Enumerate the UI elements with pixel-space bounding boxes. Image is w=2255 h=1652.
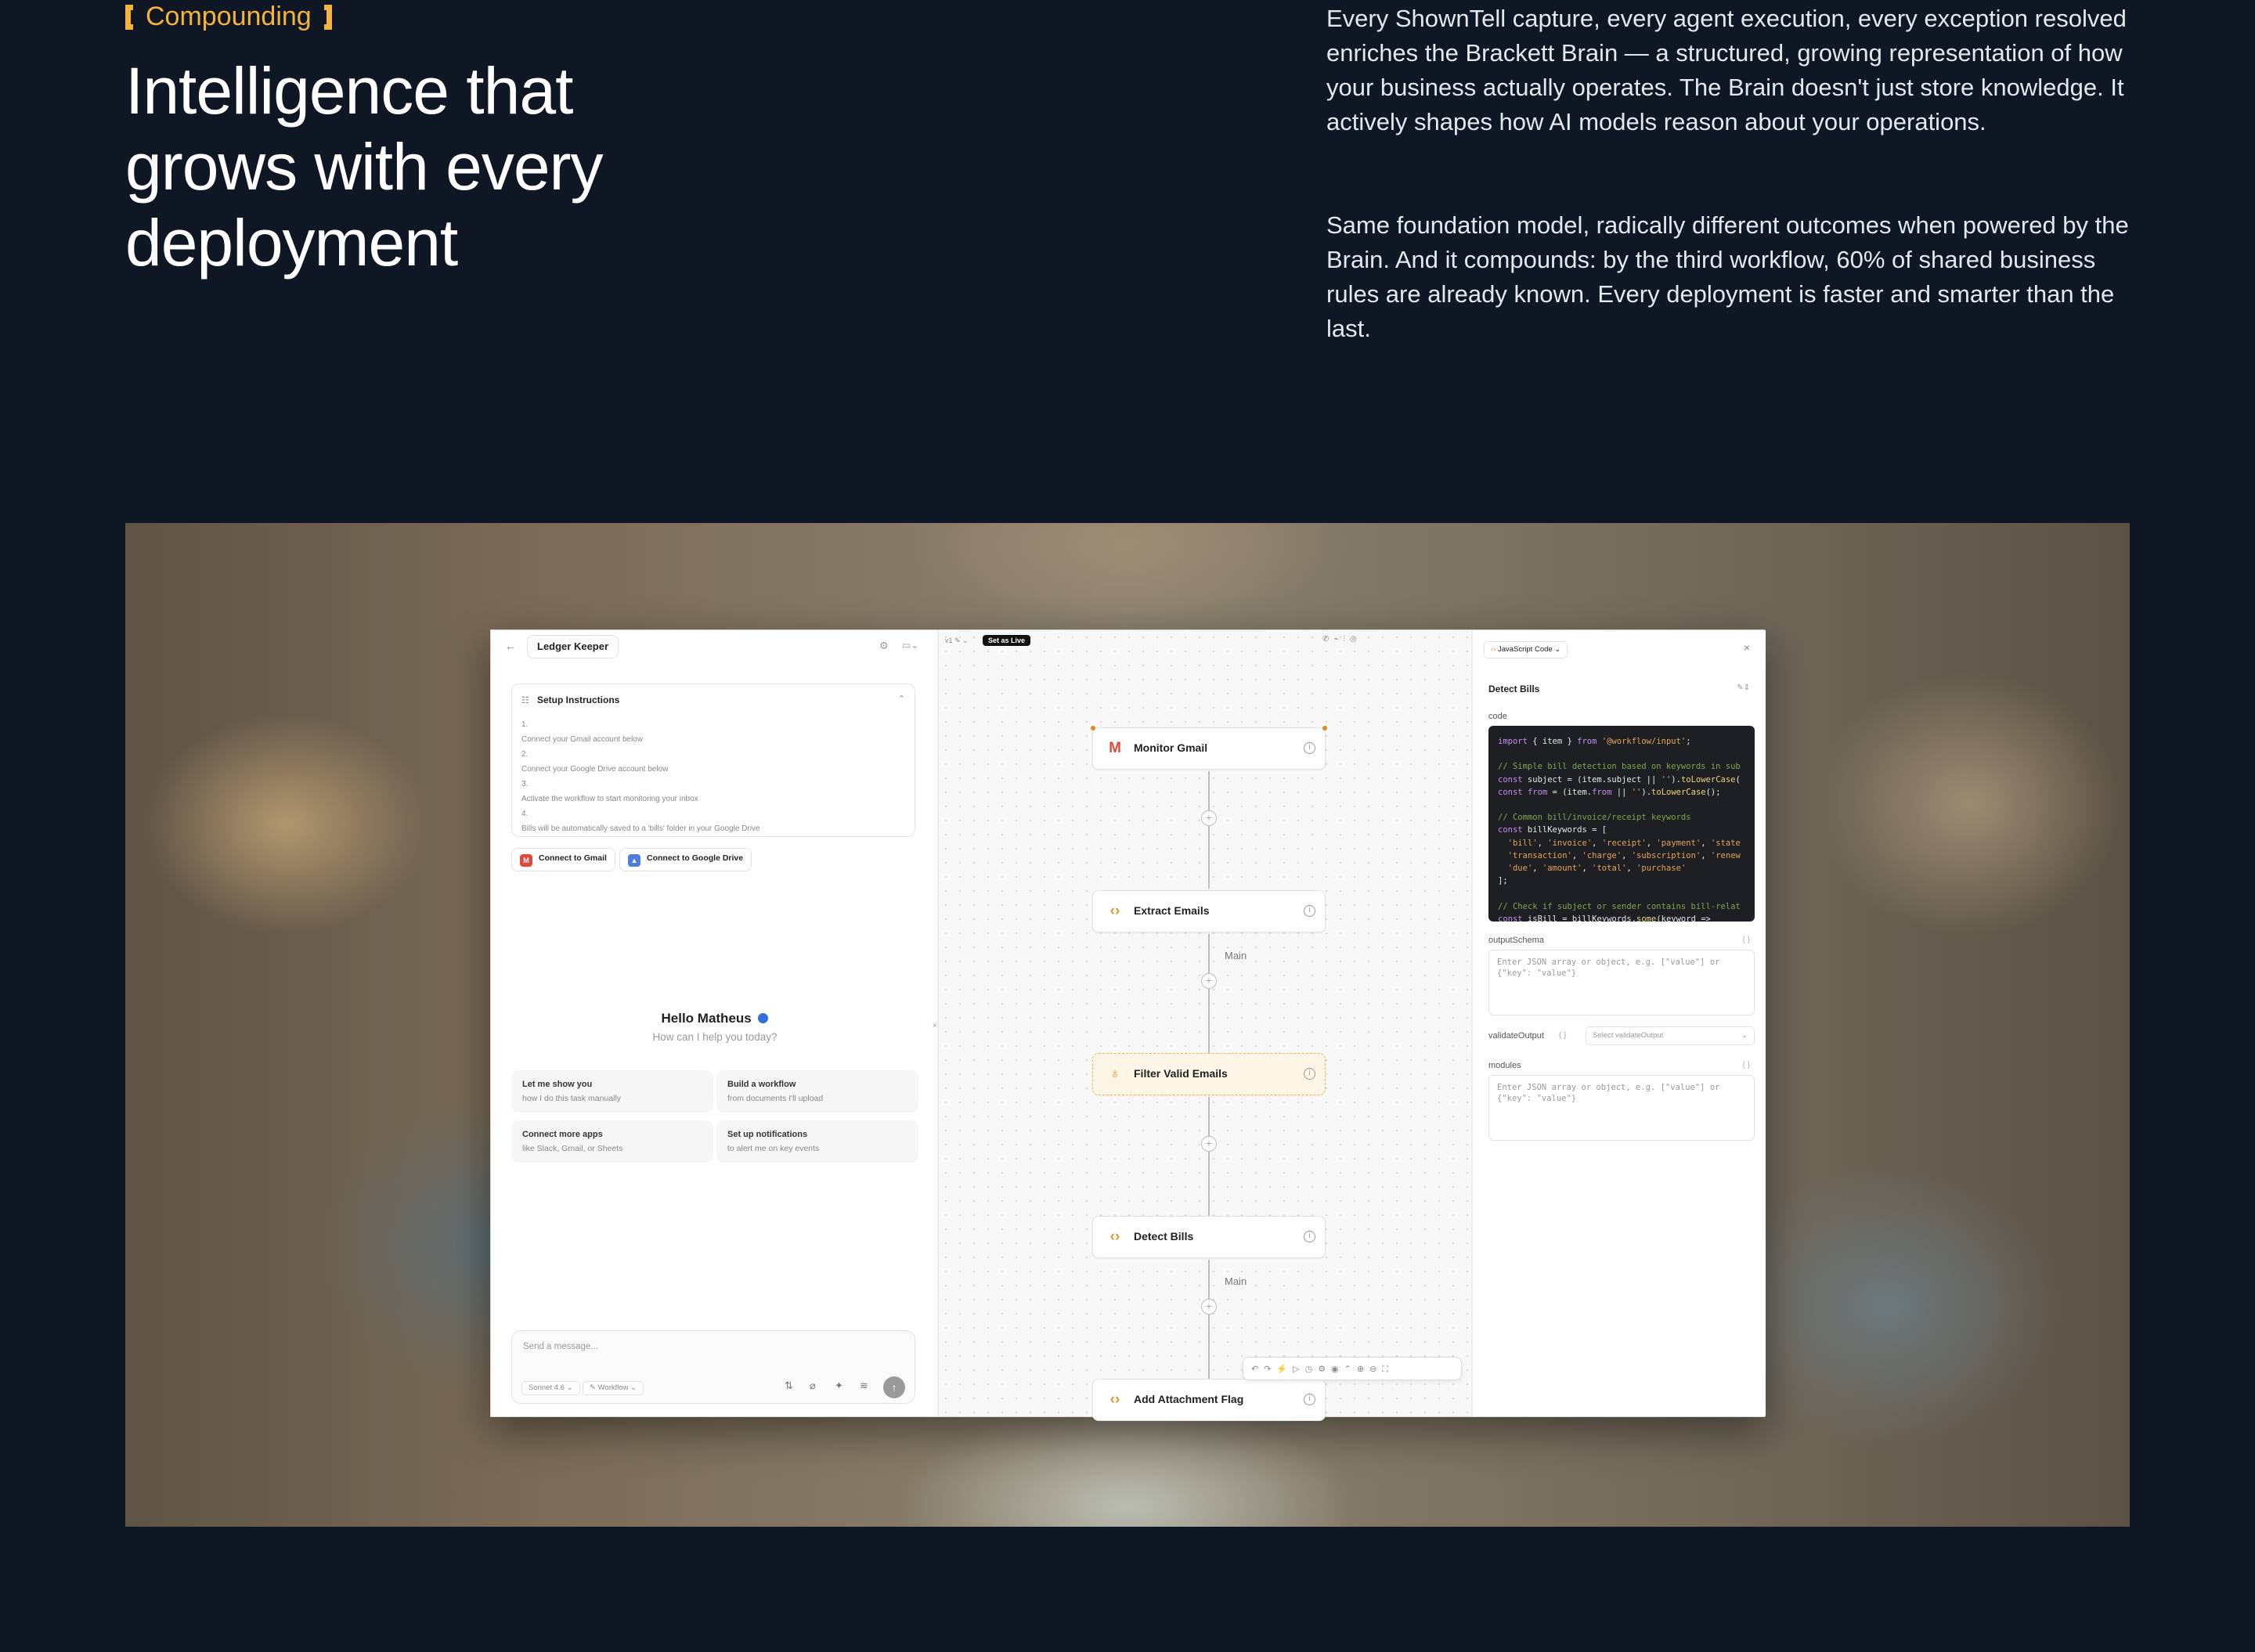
gmail-icon: M [520,854,532,867]
voice-icon[interactable]: ≋ [860,1380,868,1392]
set-as-live-button[interactable]: Set as Live [983,635,1031,646]
validate-output-select[interactable]: Select validateOutput ⌄ [1586,1026,1755,1045]
body-paragraph-2: Same foundation model, radically differe… [1326,211,2129,342]
message-composer: Send a message... Sonnet 4.6 ⌄ ✎ Workflo… [511,1330,915,1404]
section-headline: Intelligence that grows with every deplo… [125,53,720,281]
info-icon[interactable]: i [1304,905,1315,917]
node-inspector: ‹› JavaScript Code ⌄ × Detect Bills ✎⇕ c… [1471,630,1766,1416]
chat-history-icon[interactable]: ▭⌄ [902,640,918,651]
suggestion-card[interactable]: Connect more apps like Slack, Gmail, or S… [511,1120,713,1163]
info-icon[interactable]: i [1304,1068,1315,1080]
validate-output-label: validateOutput [1488,1031,1544,1041]
suggestion-card[interactable]: Let me show you how I do this task manual… [511,1070,713,1113]
section-eyebrow: Compounding [125,2,332,32]
workflow-node-add-attachment-flag[interactable]: ‹› Add Attachment Flag i [1092,1379,1326,1421]
headline-line: grows with every [125,130,604,204]
add-step-icon[interactable]: + [1201,1136,1217,1152]
paperclip-icon[interactable]: ⌀ [810,1380,816,1392]
eyebrow-label: Compounding [146,2,312,31]
suggestion-card[interactable]: Set up notifications to alert me on key e… [716,1120,918,1163]
node-type-select[interactable]: ‹› JavaScript Code ⌄ [1484,641,1568,658]
add-step-icon[interactable]: + [1201,973,1217,989]
chat-pane: ← Ledger Keeper ⚙ ▭⌄ ☷ Setup Instruction… [491,630,939,1416]
code-icon: ‹› [1491,645,1496,654]
headline-line: Intelligence that [125,54,573,128]
bracket-left-icon [125,4,133,30]
info-icon[interactable]: i [1304,1394,1315,1405]
mode-select[interactable]: ✎ Workflow ⌄ [583,1381,644,1395]
node-name[interactable]: Detect Bills [1488,684,1539,694]
setup-instructions-card: ☷ Setup Instructions ⌃ 1. Connect your Gm… [511,684,915,837]
workflow-canvas[interactable]: v1 ✎ ⌄ Set as Live ✆⌁⫶◎ × + + + + Main M… [933,630,1471,1421]
code-icon: ‹› [1109,1391,1120,1408]
modules-input[interactable]: Enter JSON array or object, e.g. ["value… [1488,1075,1755,1141]
workflow-icon[interactable]: ⇅ [785,1380,793,1392]
agent-name-chip[interactable]: Ledger Keeper [527,635,619,658]
output-schema-input[interactable]: Enter JSON array or object, e.g. ["value… [1488,950,1755,1015]
code-icon: ‹› [1109,1228,1120,1245]
app-window: ← Ledger Keeper ⚙ ▭⌄ ☷ Setup Instruction… [490,629,1766,1421]
bracket-right-icon [323,4,332,30]
connect-gmail-button[interactable]: M Connect to Gmail [511,848,615,871]
setup-title: Setup Instructions [537,694,620,705]
edit-icon[interactable]: ✎⇕ [1737,684,1750,692]
workflow-node-extract-emails[interactable]: ‹› Extract Emails i [1092,890,1326,932]
code-label: code [1488,712,1507,721]
gmail-icon: M [1109,740,1121,756]
checklist-icon: ☷ [521,696,529,705]
suggestion-card[interactable]: Build a workflow from documents I'll uplo… [716,1070,918,1113]
modules-label: modules [1488,1061,1521,1070]
back-arrow-icon[interactable]: ← [505,640,516,652]
greeting: Hello Matheus [491,1011,939,1026]
code-editor[interactable]: import { item } from '@workflow/input'; … [1488,726,1755,922]
edge-label: Main [1222,1275,1250,1287]
subgreeting: How can I help you today? [652,1031,778,1043]
version-select[interactable]: v1 ✎ ⌄ [945,637,969,645]
json-braces-icon: { } [1742,1061,1750,1069]
chevron-up-icon[interactable]: ⌃ [898,694,905,704]
product-showcase: ← Ledger Keeper ⚙ ▭⌄ ☷ Setup Instruction… [125,523,2130,1527]
send-button[interactable]: ↑ [883,1376,905,1398]
code-icon: ‹› [1109,903,1120,919]
canvas-controls-toolbar[interactable]: ↶↷⚡▷◷⚙◉⌃⊕⊖⛶ [1243,1357,1462,1380]
gear-icon[interactable]: ⚙ [879,640,889,652]
close-icon[interactable]: × [1744,641,1750,654]
sparkle-icon[interactable]: ✦ [835,1380,843,1392]
add-step-icon[interactable]: + [1201,1299,1217,1315]
info-icon[interactable]: i [1304,742,1315,754]
setup-steps: 1. Connect your Gmail account below 2. Con… [521,720,760,833]
body-paragraph-1: Every ShownTell capture, every agent exe… [1326,5,2127,135]
collapse-handle-icon[interactable]: × [933,1022,937,1030]
message-input[interactable]: Send a message... [523,1342,598,1351]
json-braces-icon: { } [1742,936,1750,944]
lightbulb-icon: ♁ [1109,1066,1121,1082]
connect-drive-button[interactable]: ▲ Connect to Google Drive [619,848,752,871]
canvas-toolbar-icons[interactable]: ✆⌁⫶◎ [1322,635,1362,644]
add-step-icon[interactable]: + [1201,810,1217,826]
info-icon[interactable]: i [1304,1231,1315,1243]
workflow-node-monitor-gmail[interactable]: M Monitor Gmail i [1091,726,1327,770]
headline-line: deployment [125,206,458,280]
edge-label: Main [1222,950,1250,961]
workflow-node-filter-valid-emails[interactable]: ♁ Filter Valid Emails i [1092,1053,1326,1095]
status-dot-icon [758,1013,769,1023]
google-drive-icon: ▲ [628,854,640,867]
model-select[interactable]: Sonnet 4.6 ⌄ [521,1381,580,1395]
workflow-node-detect-bills[interactable]: ‹› Detect Bills i [1092,1216,1326,1258]
output-schema-label: outputSchema [1488,936,1544,945]
json-braces-icon: { } [1559,1031,1567,1040]
